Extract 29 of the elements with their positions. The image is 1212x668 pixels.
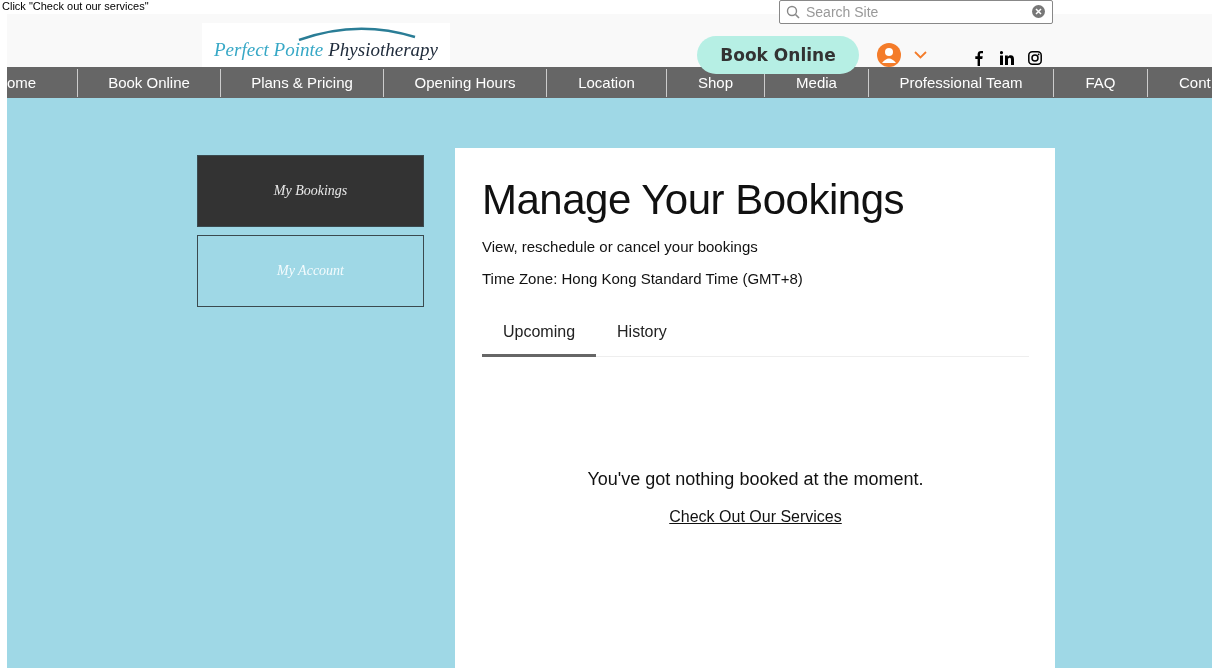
nav-link[interactable]: Shop bbox=[697, 74, 733, 91]
linkedin-icon[interactable] bbox=[1000, 51, 1014, 65]
nav-link[interactable]: Cont bbox=[1179, 74, 1211, 91]
nav-link[interactable]: FAQ bbox=[1085, 74, 1116, 91]
nav-link[interactable]: Media bbox=[796, 74, 837, 91]
timezone-text: Time Zone: Hong Kong Standard Time (GMT+8) bbox=[482, 270, 804, 287]
nav-link[interactable]: Location bbox=[578, 74, 635, 91]
caption-text: Click "Check out our services" bbox=[2, 0, 149, 13]
nav-link[interactable]: Book Online bbox=[108, 74, 190, 91]
page-title: Manage Your Bookings bbox=[482, 176, 905, 224]
services-link[interactable]: Check Out Our Services bbox=[669, 508, 842, 526]
nav-link[interactable]: Opening Hours bbox=[414, 74, 516, 91]
empty-message: You've got nothing booked at the moment. bbox=[587, 469, 924, 490]
nav-link[interactable]: Professional Team bbox=[899, 74, 1023, 91]
avatar-icon[interactable] bbox=[877, 43, 901, 67]
tab[interactable]: History bbox=[596, 317, 688, 357]
subtitle-text: View, reschedule or cancel your bookings bbox=[482, 238, 759, 255]
sidebar-button[interactable]: My Bookings bbox=[197, 155, 424, 227]
book-online-button[interactable]: Book Online bbox=[697, 36, 859, 74]
search-field[interactable]: Search Site bbox=[779, 0, 1053, 24]
tab[interactable]: Upcoming bbox=[482, 317, 597, 357]
nav-link[interactable]: Plans & Pricing bbox=[251, 74, 353, 91]
nav-link[interactable]: ome bbox=[7, 74, 37, 91]
facebook-icon[interactable] bbox=[975, 51, 983, 66]
caret-icon[interactable] bbox=[914, 51, 927, 59]
instagram-icon[interactable] bbox=[1028, 51, 1042, 65]
clear-icon[interactable] bbox=[1032, 5, 1045, 18]
search-icon bbox=[786, 5, 800, 19]
logo[interactable]: Perfect Pointe Physiotherapy bbox=[202, 23, 450, 67]
